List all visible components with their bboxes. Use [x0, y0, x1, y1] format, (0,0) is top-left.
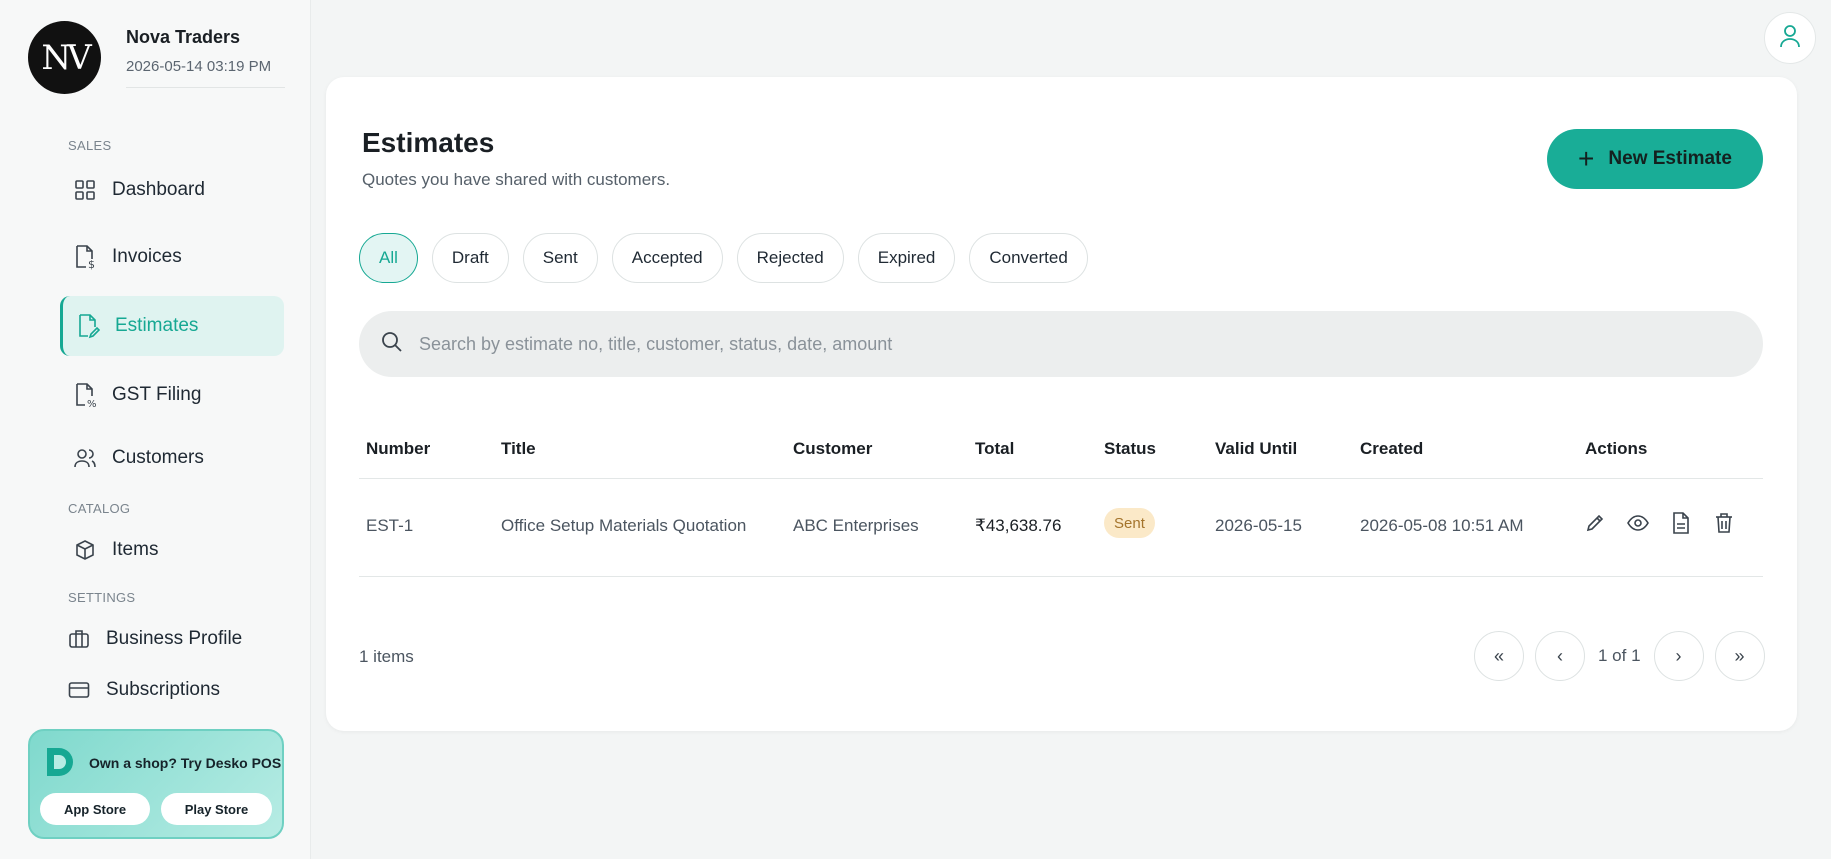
cell-created: 2026-05-08 10:51 AM	[1360, 516, 1524, 535]
promo-banner: Own a shop? Try Desko POS App Store Play…	[28, 729, 284, 839]
next-page-button[interactable]: ›	[1653, 631, 1704, 681]
table-row[interactable]: EST-1 Office Setup Materials Quotation A…	[359, 479, 1763, 577]
cell-valid-until: 2026-05-15	[1215, 516, 1302, 535]
filter-chip-sent[interactable]: Sent	[522, 233, 598, 283]
filter-chip-accepted[interactable]: Accepted	[611, 233, 723, 283]
sidebar-item-label: GST Filing	[112, 384, 202, 405]
prev-page-button[interactable]: ‹	[1535, 631, 1585, 681]
app-store-button[interactable]: App Store	[40, 793, 150, 825]
sidebar-item-items[interactable]: Items	[60, 520, 284, 580]
search-bar	[359, 311, 1763, 377]
row-actions	[1583, 511, 1736, 535]
gst-icon: %	[72, 382, 98, 408]
column-header-title[interactable]: Title	[501, 439, 536, 459]
estimates-card: Estimates Quotes you have shared with cu…	[326, 77, 1797, 731]
cell-customer: ABC Enterprises	[793, 516, 919, 535]
sidebar-item-label: Business Profile	[106, 628, 243, 649]
column-header-valid-until[interactable]: Valid Until	[1215, 439, 1297, 459]
sidebar-item-label: Items	[112, 539, 159, 560]
desko-logo-icon	[44, 745, 78, 784]
sidebar-item-gst-filing[interactable]: % GST Filing	[60, 365, 284, 425]
brand-datetime: 2026-05-14 03:19 PM	[126, 58, 272, 75]
brand-logo: NV	[28, 21, 101, 94]
sidebar-item-label: Customers	[112, 447, 204, 468]
play-store-button[interactable]: Play Store	[161, 793, 272, 825]
new-estimate-label: New Estimate	[1608, 148, 1732, 169]
estimate-icon	[75, 313, 101, 339]
svg-text:%: %	[87, 399, 97, 408]
sidebar-item-dashboard[interactable]: Dashboard	[60, 160, 284, 220]
sidebar-item-invoices[interactable]: $ Invoices	[60, 227, 284, 287]
search-input[interactable]	[419, 333, 1719, 355]
sidebar-item-subscriptions[interactable]: Subscriptions	[66, 660, 290, 720]
sidebar-item-label: Dashboard	[112, 179, 205, 200]
sidebar: NV Nova Traders 2026-05-14 03:19 PM SALE…	[0, 0, 311, 859]
page-info: 1 of 1	[1598, 646, 1641, 665]
sidebar-item-label: Invoices	[112, 246, 182, 267]
brand: NV Nova Traders 2026-05-14 03:19 PM	[28, 21, 285, 94]
table-header: Number Title Customer Total Status Valid…	[359, 423, 1763, 479]
user-profile-button[interactable]	[1764, 12, 1816, 64]
brand-name: Nova Traders	[126, 27, 241, 47]
column-header-number[interactable]: Number	[366, 439, 430, 459]
user-icon	[1778, 23, 1802, 54]
column-header-total[interactable]: Total	[975, 439, 1014, 459]
column-header-customer[interactable]: Customer	[793, 439, 872, 459]
briefcase-icon	[66, 626, 92, 652]
filter-chip-expired[interactable]: Expired	[857, 233, 956, 283]
invoice-icon: $	[72, 244, 98, 270]
section-label-settings: SETTINGS	[68, 590, 136, 605]
plus-icon: +	[1578, 143, 1595, 174]
status-filter-chips: All Draft Sent Accepted Rejected Expired…	[359, 233, 1088, 283]
section-label-catalog: CATALOG	[68, 501, 131, 516]
filter-chip-converted[interactable]: Converted	[969, 233, 1088, 283]
page-subtitle: Quotes you have shared with customers.	[362, 170, 671, 189]
sidebar-item-customers[interactable]: Customers	[60, 428, 284, 488]
column-header-created[interactable]: Created	[1360, 439, 1423, 459]
page-title: Estimates	[362, 127, 495, 158]
cell-title: Office Setup Materials Quotation	[501, 516, 747, 535]
sidebar-item-label: Subscriptions	[106, 679, 221, 700]
edit-icon[interactable]	[1583, 511, 1607, 535]
pagination: « ‹ 1 of 1 › »	[1474, 631, 1765, 681]
sidebar-item-estimates[interactable]: Estimates	[60, 296, 284, 356]
first-page-button[interactable]: «	[1474, 631, 1524, 681]
filter-chip-draft[interactable]: Draft	[431, 233, 509, 283]
estimates-table: Number Title Customer Total Status Valid…	[359, 423, 1763, 577]
promo-text: Own a shop? Try Desko POS	[89, 755, 282, 771]
cell-total: ₹43,638.76	[975, 516, 1062, 535]
new-estimate-button[interactable]: + New Estimate	[1547, 129, 1763, 189]
sidebar-item-label: Estimates	[115, 315, 199, 336]
box-icon	[72, 537, 98, 563]
view-icon[interactable]	[1626, 511, 1650, 535]
column-header-actions: Actions	[1585, 439, 1648, 458]
svg-text:$: $	[88, 258, 95, 270]
filter-chip-rejected[interactable]: Rejected	[736, 233, 844, 283]
cell-number: EST-1	[366, 516, 414, 535]
search-icon	[381, 331, 403, 358]
filter-chip-all[interactable]: All	[359, 233, 418, 283]
credit-card-icon	[66, 677, 92, 703]
last-page-button[interactable]: »	[1714, 631, 1765, 681]
status-badge: Sent	[1104, 508, 1155, 538]
section-label-sales: SALES	[68, 138, 112, 153]
brand-text: Nova Traders 2026-05-14 03:19 PM	[126, 27, 285, 88]
trash-icon[interactable]	[1712, 511, 1736, 535]
users-icon	[72, 445, 98, 471]
items-count: 1 items	[359, 647, 414, 666]
column-header-status[interactable]: Status	[1104, 439, 1156, 459]
dashboard-icon	[72, 177, 98, 203]
document-icon[interactable]	[1669, 511, 1693, 535]
